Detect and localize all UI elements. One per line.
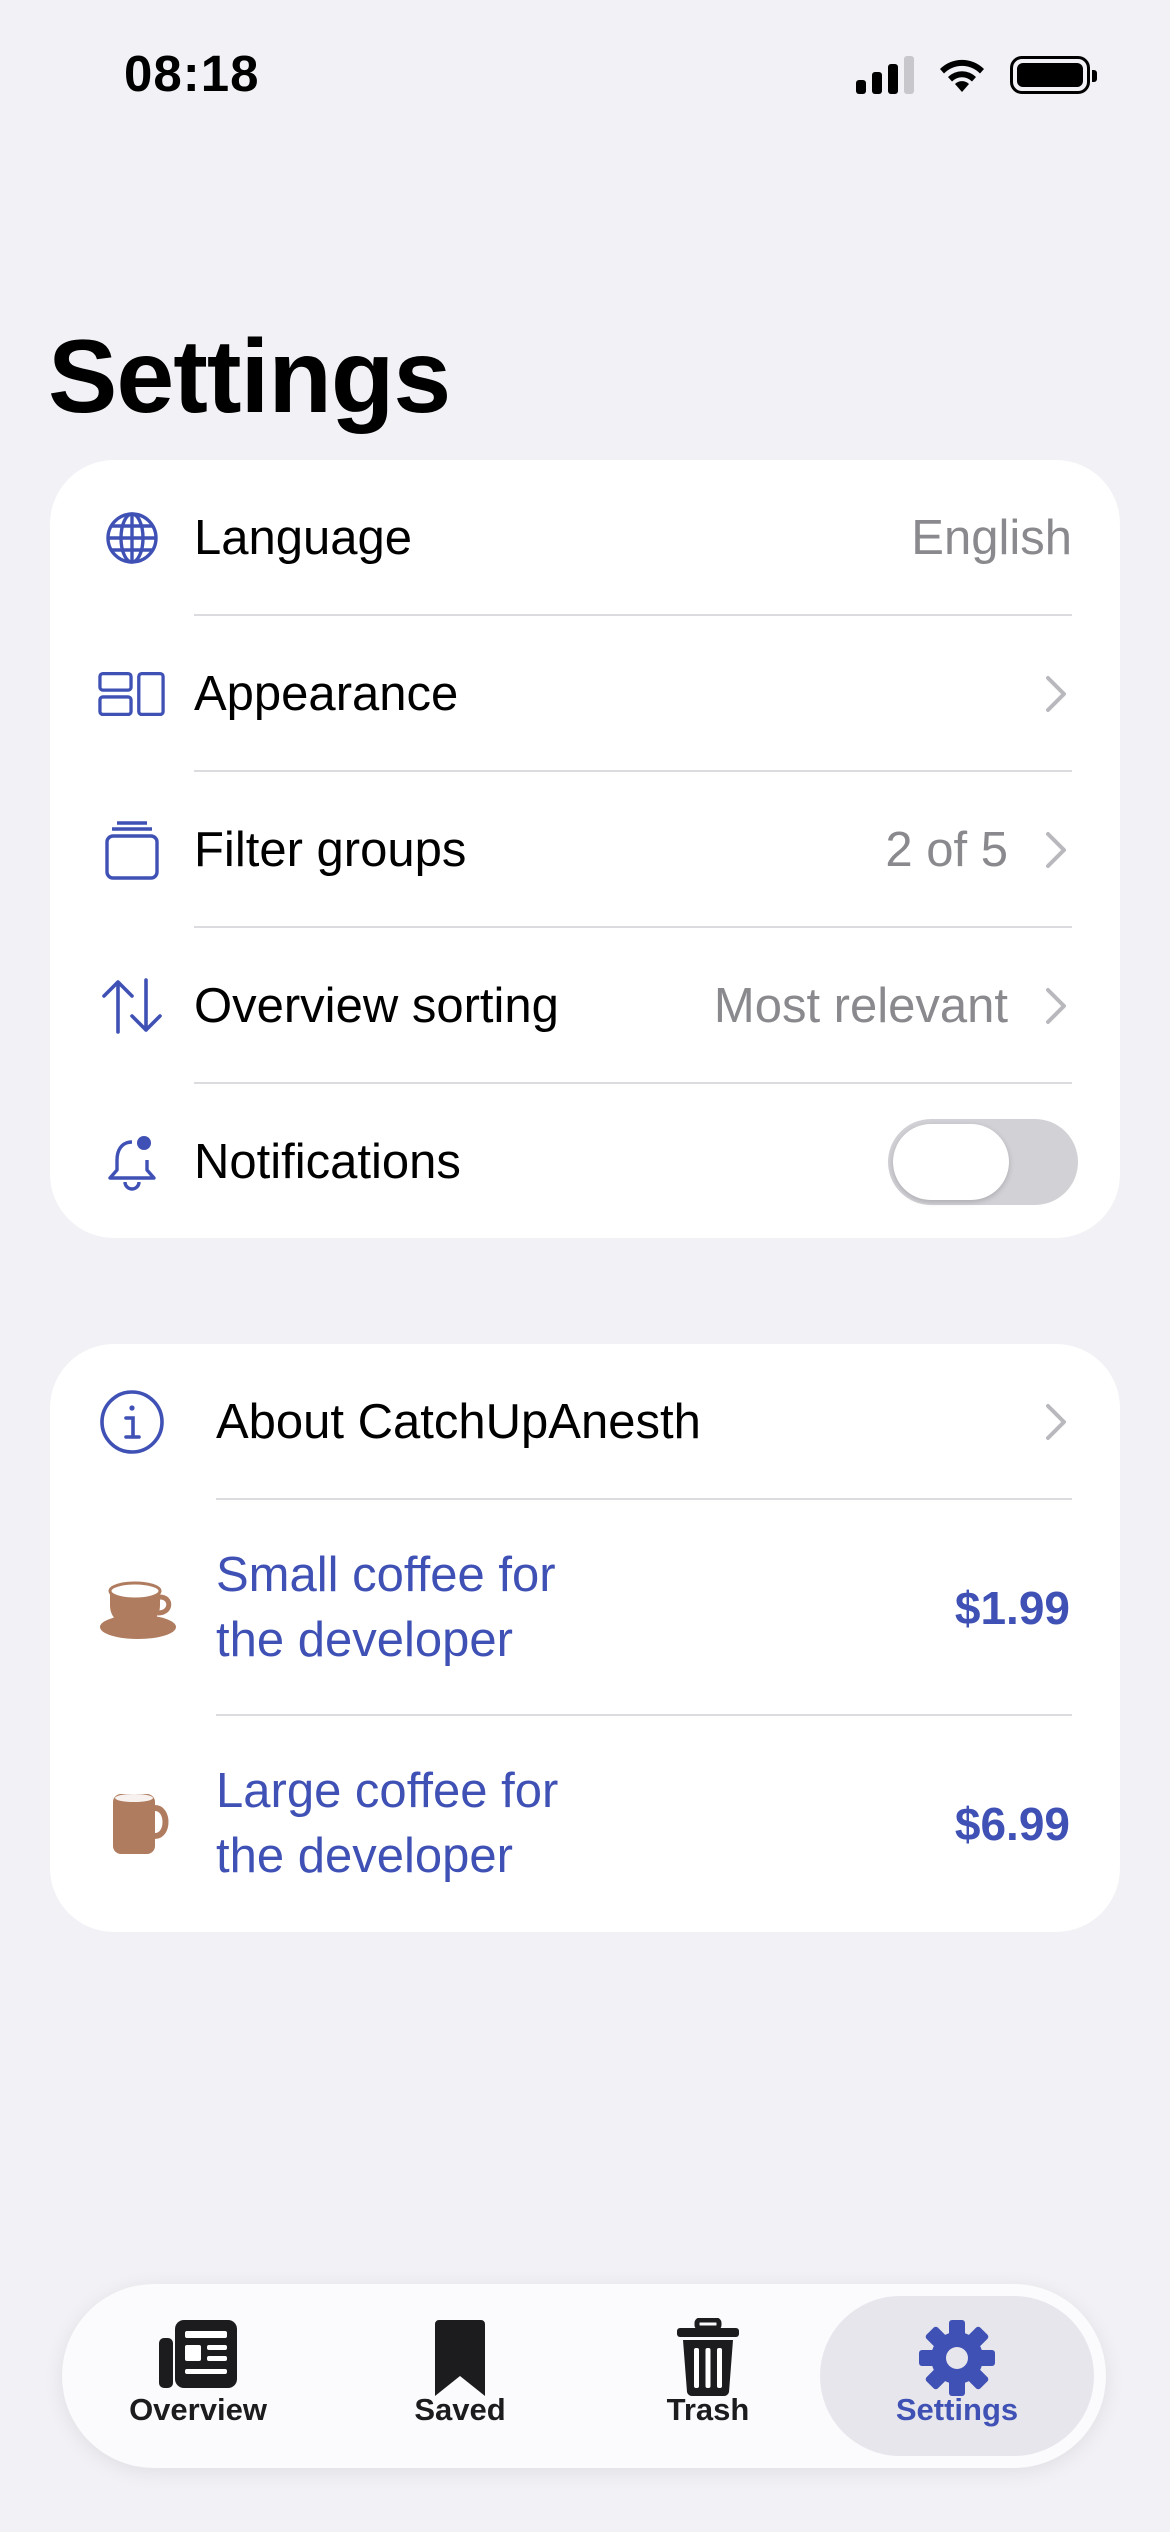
overview-sorting-value: Most relevant	[713, 979, 1008, 1033]
stack-icon	[98, 816, 166, 884]
filter-groups-value: 2 of 5	[885, 823, 1008, 877]
tab-trash[interactable]: Trash	[608, 2296, 808, 2456]
appearance-row[interactable]: Appearance	[50, 616, 1120, 772]
filter-groups-label: Filter groups	[194, 823, 467, 877]
coffee-cup-saucer-icon	[98, 1574, 178, 1642]
battery-icon	[1010, 56, 1097, 94]
chevron-right-icon	[1046, 832, 1066, 868]
bookmark-icon	[415, 2318, 505, 2402]
tab-settings[interactable]: Settings	[820, 2296, 1094, 2456]
about-label: About CatchUpAnesth	[216, 1395, 701, 1449]
appearance-label: Appearance	[194, 667, 459, 721]
about-card: About CatchUpAnesth Small coffee for the…	[50, 1344, 1120, 1932]
large-coffee-label: Large coffee for the developer	[216, 1759, 558, 1889]
chevron-right-icon	[1046, 988, 1066, 1024]
chevron-right-icon	[1046, 676, 1066, 712]
overview-sorting-label: Overview sorting	[194, 979, 559, 1033]
language-value: English	[911, 511, 1072, 565]
bell-badge-icon	[98, 1128, 166, 1196]
cellular-signal-icon	[856, 56, 914, 94]
info-icon	[98, 1388, 166, 1456]
large-coffee-price: $6.99	[954, 1798, 1070, 1850]
page-title: Settings	[48, 319, 451, 435]
filter-groups-row[interactable]: Filter groups 2 of 5	[50, 772, 1120, 928]
sort-arrows-icon	[98, 972, 166, 1040]
status-bar: 08:18	[0, 0, 1170, 150]
large-coffee-row[interactable]: Large coffee for the developer $6.99	[50, 1716, 1120, 1932]
globe-icon	[98, 504, 166, 572]
settings-card: Language English Appearance Filter group…	[50, 460, 1120, 1238]
large-coffee-line-1: Large coffee for	[216, 1764, 559, 1818]
wifi-icon	[940, 59, 984, 92]
tab-overview[interactable]: Overview	[98, 2296, 298, 2456]
large-coffee-line-2: the developer	[216, 1829, 513, 1883]
trash-icon	[663, 2318, 753, 2402]
language-label: Language	[194, 511, 413, 565]
small-coffee-row[interactable]: Small coffee for the developer $1.99	[50, 1500, 1120, 1716]
about-row[interactable]: About CatchUpAnesth	[50, 1344, 1120, 1500]
language-row[interactable]: Language English	[50, 460, 1120, 616]
overview-sorting-row[interactable]: Overview sorting Most relevant	[50, 928, 1120, 1084]
chevron-right-icon	[1046, 1404, 1066, 1440]
gear-icon	[912, 2318, 1002, 2402]
toggle-knob	[893, 1124, 1009, 1200]
status-icons	[856, 56, 1097, 94]
tab-saved[interactable]: Saved	[360, 2296, 560, 2456]
small-coffee-price: $1.99	[954, 1582, 1070, 1634]
small-coffee-label: Small coffee for the developer	[216, 1543, 556, 1673]
notifications-row: Notifications	[50, 1084, 1120, 1238]
notifications-toggle[interactable]	[888, 1119, 1078, 1205]
newspaper-icon	[153, 2318, 243, 2402]
tab-bar: Overview Saved Trash Settings	[62, 2284, 1106, 2468]
small-coffee-line-1: Small coffee for	[216, 1548, 556, 1602]
coffee-mug-icon	[106, 1790, 174, 1858]
status-time: 08:18	[124, 45, 260, 102]
layout-icon	[98, 660, 166, 728]
small-coffee-line-2: the developer	[216, 1613, 513, 1667]
notifications-label: Notifications	[194, 1135, 461, 1189]
